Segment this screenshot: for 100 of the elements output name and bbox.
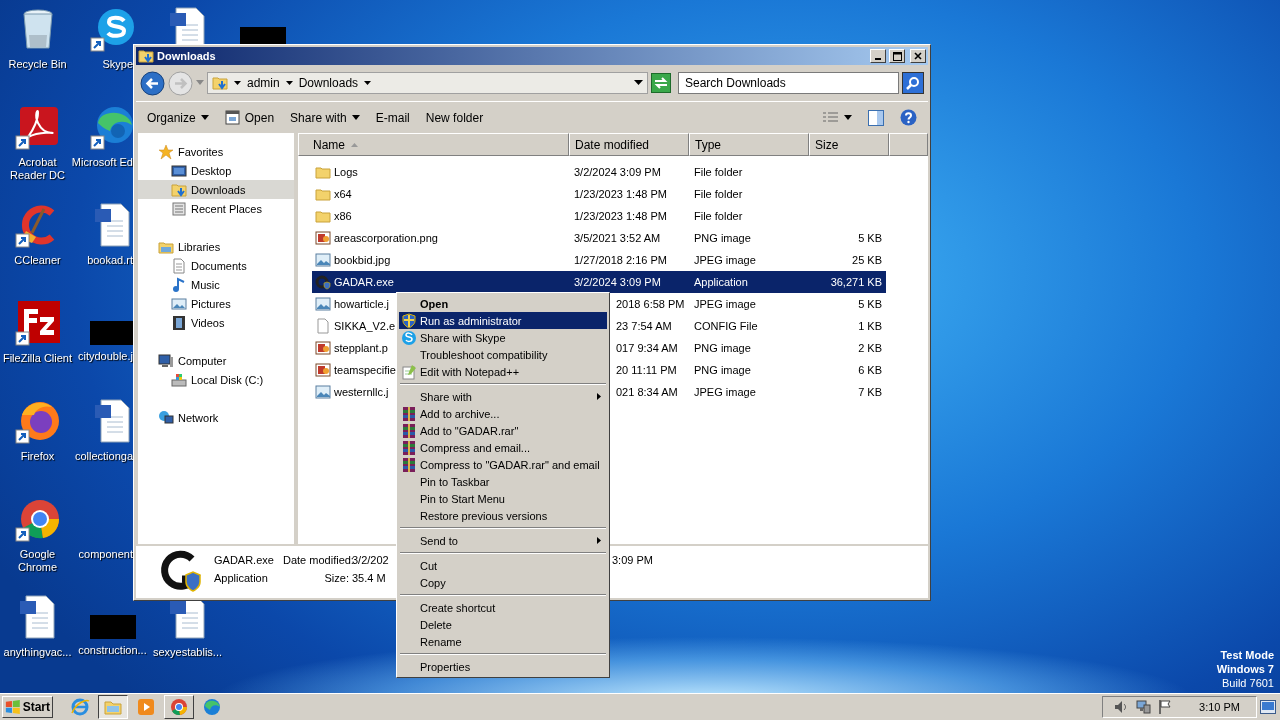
download-folder-icon (138, 48, 154, 64)
nav-item[interactable]: Computer (138, 351, 294, 370)
maximize-button[interactable] (889, 49, 905, 63)
menu-item[interactable]: Compress and email... (399, 439, 607, 456)
nav-item[interactable]: Local Disk (C:) (138, 370, 294, 389)
icon-label[interactable]: citydouble.j (77, 350, 133, 363)
toolbar-button[interactable]: New folder (418, 107, 491, 128)
file-row[interactable]: GADAR.exe 3/2/2024 3:09 PM Application 36,271 KB (312, 271, 886, 293)
show-desktop-icon (1260, 700, 1276, 714)
nav-item[interactable]: Downloads (138, 180, 294, 199)
flag-icon (1157, 699, 1174, 715)
column-header[interactable]: Size (809, 133, 889, 156)
menu-item[interactable]: Send to (399, 532, 607, 549)
menu-item[interactable]: Share with Skype (399, 329, 607, 346)
search-field[interactable]: Search Downloads (678, 72, 899, 94)
menu-item[interactable]: Rename (399, 633, 607, 650)
search-button[interactable] (902, 72, 924, 94)
icon-label[interactable]: collectionga (74, 450, 133, 463)
icon-label[interactable]: Google Chrome (0, 548, 75, 574)
breadcrumb-link[interactable]: Downloads (298, 76, 359, 90)
file-name[interactable]: Logs (334, 166, 358, 178)
menu-item[interactable]: Edit with Notepad++ (399, 363, 607, 380)
close-button[interactable] (910, 49, 926, 63)
file-name[interactable]: westernllc.j (334, 386, 389, 398)
menu-item[interactable]: Pin to Start Menu (399, 490, 607, 507)
file-name[interactable]: SIKKA_V2.e (334, 320, 396, 332)
icon-label[interactable]: FileZilla Client (0, 352, 75, 365)
toolbar-button[interactable]: Organize (140, 107, 216, 128)
minimize-button[interactable] (870, 49, 886, 63)
menu-item[interactable]: Create shortcut (399, 599, 607, 616)
breadcrumb-link[interactable]: admin (247, 76, 280, 90)
nav-item[interactable]: Network (138, 408, 294, 427)
file-name[interactable]: x86 (334, 210, 352, 222)
icon-label[interactable]: component (78, 548, 133, 561)
file-name[interactable]: areascorporation.png (334, 232, 438, 244)
menu-item[interactable]: Restore previous versions (399, 507, 607, 524)
disk-icon (171, 371, 187, 388)
file-name[interactable]: x64 (334, 188, 352, 200)
toolbar-button[interactable]: Open (217, 107, 282, 128)
icon-label[interactable]: Microsoft Ed (71, 156, 133, 169)
toolbar-button[interactable]: E-mail (368, 107, 417, 128)
nav-item[interactable]: Videos (138, 313, 294, 332)
menu-item[interactable]: Cut (399, 557, 607, 574)
file-name[interactable]: stepplant.p (334, 342, 388, 354)
browser-icon (70, 697, 90, 717)
submenu-arrow-icon (597, 393, 601, 400)
icon-label[interactable]: Recycle Bin (0, 58, 75, 71)
nav-item[interactable]: Desktop (138, 161, 294, 180)
column-header[interactable]: Date modified (569, 133, 689, 156)
file-name[interactable]: teamspecifie (334, 364, 396, 376)
archive-icon (401, 439, 417, 456)
file-date: 20 11:11 PM (615, 364, 678, 376)
nav-item[interactable]: Pictures (138, 294, 294, 313)
address-bar[interactable]: admin Downloads (207, 72, 648, 94)
windows-logo-icon (5, 699, 21, 715)
menu-item[interactable]: Share with (399, 388, 607, 405)
detail-value: 3/2/202 (352, 554, 390, 568)
icon-label[interactable]: construction... (75, 644, 150, 657)
film-icon (171, 314, 187, 331)
file-date: 1/23/2023 1:48 PM (573, 210, 668, 222)
document-icon (171, 257, 187, 274)
file-name[interactable]: GADAR.exe (334, 276, 394, 288)
file-name[interactable]: howarticle.j (334, 298, 390, 310)
file-size: 36,271 KB (829, 276, 883, 288)
menu-item[interactable]: Delete (399, 616, 607, 633)
browser-icon (169, 697, 189, 717)
file-date: 3/5/2021 3:52 AM (573, 232, 662, 244)
menu-item[interactable]: Copy (399, 574, 607, 591)
nav-item[interactable]: Documents (138, 256, 294, 275)
start-button[interactable]: Start (2, 696, 53, 718)
nav-item[interactable]: Favorites (138, 142, 294, 161)
icon-label[interactable]: Skype (102, 58, 133, 71)
close-icon (914, 52, 922, 60)
nav-item[interactable]: Music (138, 275, 294, 294)
icon-label[interactable]: sexyestablis... (150, 646, 225, 659)
nav-item[interactable]: Libraries (138, 237, 294, 256)
system-notice-text: Build 7601 (1222, 676, 1274, 690)
folder-icon (315, 186, 331, 202)
menu-item[interactable]: Open (399, 295, 607, 312)
toolbar-button[interactable]: Share with (283, 107, 367, 128)
window-icon (224, 110, 240, 125)
icon-label[interactable]: anythingvac... (0, 646, 75, 659)
taskbar-button[interactable] (98, 695, 128, 719)
menu-item[interactable]: Add to archive... (399, 405, 607, 422)
download-folder-icon (171, 181, 187, 198)
chevron-icon (285, 80, 293, 86)
nav-item[interactable]: Recent Places (138, 199, 294, 218)
icon-label[interactable]: bookad.rt (87, 254, 133, 267)
menu-item[interactable]: Pin to Taskbar (399, 473, 607, 490)
music-note-icon (171, 276, 187, 293)
icon-label[interactable]: Firefox (0, 450, 75, 463)
menu-item[interactable]: Troubleshoot compatibility (399, 346, 607, 363)
menu-item[interactable]: Run as administrator (399, 312, 607, 329)
icon-label[interactable]: CCleaner (0, 254, 75, 267)
menu-item[interactable]: Compress to "GADAR.rar" and email (399, 456, 607, 473)
menu-item[interactable]: Add to "GADAR.rar" (399, 422, 607, 439)
menu-item[interactable]: Properties (399, 658, 607, 675)
file-name[interactable]: bookbid.jpg (334, 254, 391, 266)
column-header[interactable]: Name (298, 133, 569, 156)
column-header[interactable]: Type (689, 133, 809, 156)
